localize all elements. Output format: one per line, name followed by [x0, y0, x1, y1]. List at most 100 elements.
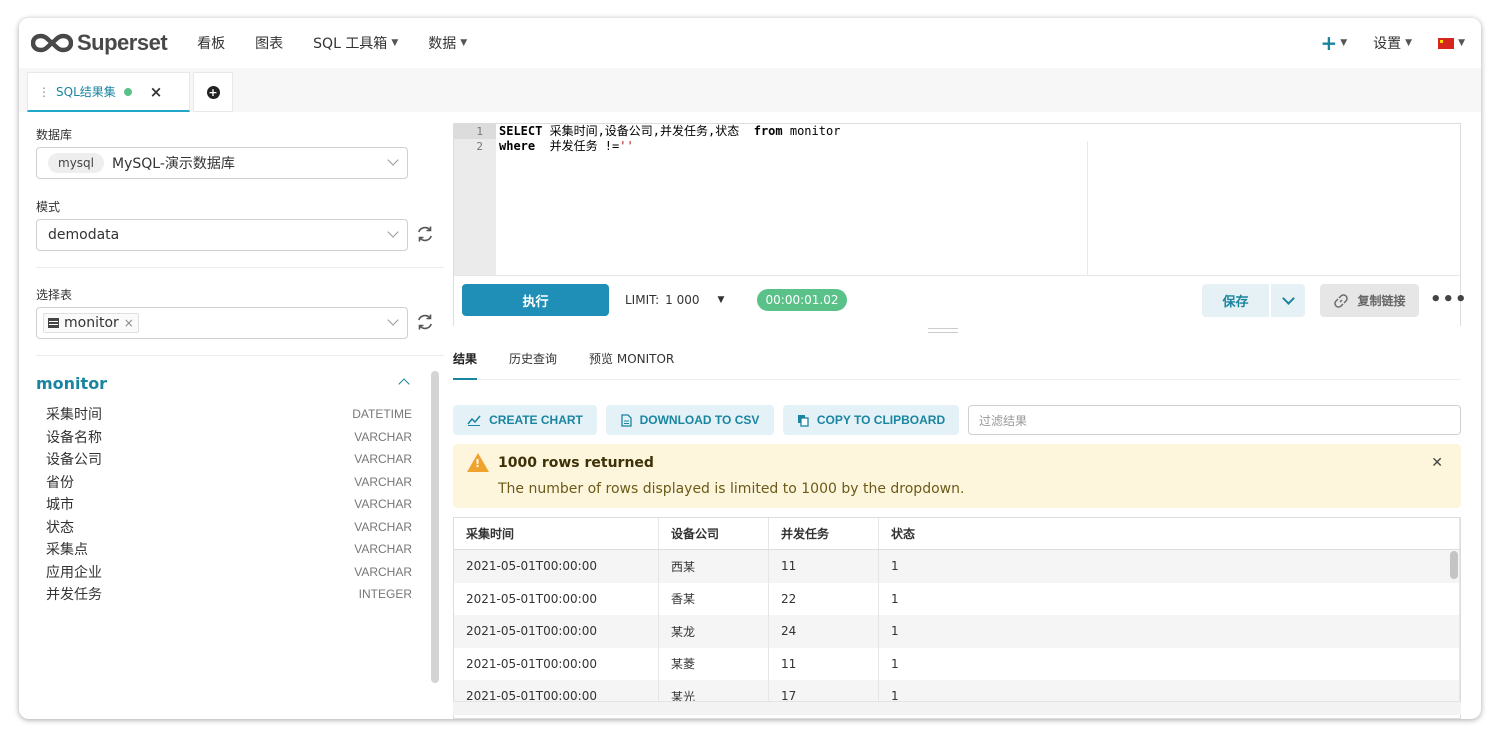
query-status-dot	[123, 87, 132, 96]
limit-label: LIMIT:	[625, 293, 660, 307]
run-button[interactable]: 执行	[462, 284, 609, 316]
column-list-item[interactable]: 应用企业 VARCHAR	[46, 561, 412, 584]
nav-data[interactable]: 数据 ▼	[428, 33, 467, 53]
column-list: 采集时间 DATETIME 设备名称 VARCHAR 设备公司 VARCHAR 省份 VARC…	[46, 403, 412, 606]
schema-select[interactable]: demodata	[36, 219, 408, 251]
column-name: 并发任务	[46, 587, 102, 604]
nav-charts[interactable]: 图表	[255, 33, 283, 53]
filter-results-input[interactable]: 过滤结果	[968, 405, 1461, 435]
warning-icon: !	[467, 453, 489, 472]
table-cell: 某龙	[659, 615, 769, 648]
column-list-item[interactable]: 设备名称 VARCHAR	[46, 426, 412, 449]
column-header[interactable]: 并发任务	[769, 518, 879, 549]
table-cell: 西某	[659, 550, 769, 583]
create-chart-button[interactable]: CREATE CHART	[453, 405, 597, 435]
column-list-item[interactable]: 城市 VARCHAR	[46, 493, 412, 516]
chevron-down-icon	[387, 154, 399, 166]
table-icon	[48, 318, 59, 328]
table-select[interactable]: monitor ×	[36, 307, 408, 339]
settings-menu[interactable]: 设置 ▼	[1373, 33, 1412, 53]
copy-icon	[797, 414, 809, 427]
column-name: 采集时间	[46, 407, 102, 424]
divider	[36, 355, 444, 356]
code-line-1: SELECT 采集时间,设备公司,并发任务,状态 from monitor	[499, 124, 1089, 139]
new-menu-button[interactable]: + ▼	[1320, 31, 1347, 55]
add-tab-button[interactable]: +	[193, 72, 233, 112]
column-list-item[interactable]: 采集时间 DATETIME	[46, 403, 412, 426]
query-tab[interactable]: ⋮ SQL结果集 ×	[27, 72, 190, 112]
schema-label: 模式	[36, 200, 61, 214]
selected-table-tag[interactable]: monitor ×	[43, 313, 139, 333]
refresh-icon[interactable]	[415, 224, 435, 244]
database-select[interactable]: mysql MySQL-演示数据库	[36, 147, 408, 179]
resize-handle[interactable]	[928, 328, 958, 333]
column-list-item[interactable]: 省份 VARCHAR	[46, 471, 412, 494]
table-scrollbar[interactable]	[1450, 551, 1458, 579]
table-schema-title[interactable]: monitor	[36, 374, 107, 393]
table-label: 选择表	[36, 288, 73, 302]
editor-gutter: 1 2	[454, 124, 496, 275]
copy-link-button[interactable]: 复制链接	[1320, 284, 1419, 317]
sql-condition: 并发任务 !=	[535, 139, 620, 153]
table-cell: 某菱	[659, 647, 769, 680]
download-csv-button[interactable]: DOWNLOAD TO CSV	[606, 405, 774, 435]
drag-handle-icon[interactable]: ⋮	[38, 85, 50, 99]
column-header[interactable]: 采集时间	[454, 518, 659, 549]
language-menu[interactable]: ▼	[1438, 37, 1465, 49]
nav-sql-lab[interactable]: SQL 工具箱 ▼	[313, 33, 398, 53]
table-cell: 1	[879, 647, 1460, 680]
sql-editor[interactable]: 1 2 SELECT 采集时间,设备公司,并发任务,状态 from monito…	[453, 123, 1467, 326]
nav-dashboards[interactable]: 看板	[197, 33, 225, 53]
divider	[36, 267, 444, 268]
caret-down-icon: ▼	[1405, 38, 1413, 48]
column-list-item[interactable]: 状态 VARCHAR	[46, 516, 412, 539]
alert-title: 1000 rows returned	[498, 455, 654, 471]
line-number: 1	[454, 124, 496, 139]
code-line-2: where 并发任务 !=''	[499, 139, 1089, 154]
copy-link-label: 复制链接	[1357, 294, 1406, 308]
sql-columns: 采集时间,设备公司,并发任务,状态	[542, 124, 754, 138]
results-table: 采集时间 设备公司 并发任务 状态 2021-05-01T00:00:00 西某 1…	[453, 517, 1461, 719]
column-list-item[interactable]: 设备公司 VARCHAR	[46, 448, 412, 471]
remove-tag-icon[interactable]: ×	[124, 316, 134, 330]
limit-dropdown[interactable]: LIMIT: 1 000 ▼	[625, 293, 724, 307]
column-header[interactable]: 设备公司	[659, 518, 769, 549]
column-header[interactable]: 状态	[879, 518, 1460, 549]
column-list-item[interactable]: 采集点 VARCHAR	[46, 538, 412, 561]
close-icon[interactable]: ×	[150, 83, 163, 101]
chevron-down-icon	[387, 226, 399, 238]
tab-query-history[interactable]: 历史查询	[509, 350, 557, 380]
horizontal-scrollbar[interactable]	[453, 701, 1461, 715]
caret-down-icon: ▼	[1340, 38, 1348, 48]
left-panel-scrollbar[interactable]	[431, 371, 439, 683]
column-name: 设备公司	[46, 452, 102, 469]
print-margin	[1087, 141, 1088, 275]
save-button[interactable]: 保存	[1202, 284, 1269, 317]
china-flag-icon	[1438, 37, 1455, 49]
refresh-icon[interactable]	[415, 312, 435, 332]
column-type: VARCHAR	[354, 474, 412, 489]
query-tab-label: SQL结果集	[56, 85, 116, 99]
close-icon[interactable]: ✕	[1431, 455, 1443, 471]
table-cell: 22	[769, 582, 879, 615]
tab-results[interactable]: 结果	[453, 350, 478, 380]
row-limit-alert: ! 1000 rows returned The number of rows …	[453, 444, 1461, 508]
column-type: INTEGER	[358, 587, 412, 602]
table-body: 2021-05-01T00:00:00 西某 11 1 2021-05-01T00:00…	[454, 550, 1460, 713]
table-cell: 2021-05-01T00:00:00	[454, 647, 659, 680]
table-cell: 24	[769, 615, 879, 648]
column-type: VARCHAR	[354, 497, 412, 512]
sql-keyword: from	[753, 124, 783, 138]
superset-logo[interactable]: Superset	[31, 30, 168, 56]
column-type: VARCHAR	[354, 564, 412, 579]
editor-toolbar: 执行 LIMIT: 1 000 ▼ 00:00:01.02 保存 复制链接 ••…	[454, 275, 1467, 326]
more-options-icon[interactable]: •••	[1430, 289, 1468, 310]
tab-preview[interactable]: 预览 MONITOR	[589, 350, 674, 380]
column-list-item[interactable]: 并发任务 INTEGER	[46, 583, 412, 606]
editor-code[interactable]: SELECT 采集时间,设备公司,并发任务,状态 from monitor wh…	[499, 124, 1089, 154]
table-row: 2021-05-01T00:00:00 西某 11 1	[454, 550, 1460, 583]
column-type: VARCHAR	[354, 429, 412, 444]
copy-clipboard-button[interactable]: COPY TO CLIPBOARD	[783, 405, 959, 435]
chevron-up-icon[interactable]	[398, 378, 410, 390]
save-dropdown-button[interactable]	[1270, 284, 1305, 317]
